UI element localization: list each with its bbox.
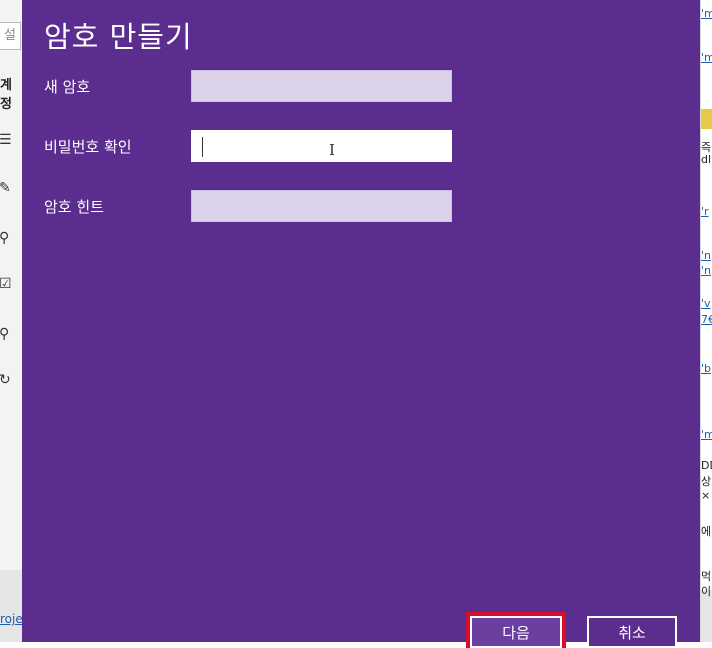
background-project-link[interactable]: roje [0, 612, 22, 626]
background-right-panel: 'm'm즉dl'r'n'n'v7€'b'mDD상×에먹이 [700, 0, 712, 642]
list-icon: ☰ [0, 132, 12, 148]
dialog-title: 암호 만들기 [44, 20, 193, 54]
confirm-password-input[interactable]: I [191, 130, 452, 162]
cancel-button[interactable]: 취소 [587, 616, 677, 648]
background-text-fragment[interactable]: 'v [701, 297, 711, 310]
background-text-fragment: 에 [701, 525, 712, 538]
password-hint-input[interactable] [191, 190, 452, 222]
search-icon: ⚲ [0, 230, 10, 246]
text-caret [202, 137, 203, 157]
background-text-fragment[interactable]: 'n [701, 249, 711, 262]
background-text-fragment[interactable]: 7€ [701, 313, 712, 326]
confirm-password-label: 비밀번호 확인 [44, 138, 132, 156]
background-text-fragment: DD [701, 459, 712, 472]
background-text-fragment[interactable]: 'b [701, 362, 711, 375]
refresh-icon: ↻ [0, 372, 11, 388]
background-highlight-bar [701, 109, 712, 129]
new-password-input[interactable] [191, 70, 452, 102]
background-text-fragment[interactable]: 'm [701, 7, 712, 20]
add-person-icon: ⚲ [0, 326, 10, 342]
background-text-fragment: 이 [701, 585, 712, 598]
background-text-fragment: dl [701, 153, 712, 166]
ibeam-cursor-icon: I [329, 141, 335, 159]
background-text-fragment: 상 [701, 475, 712, 488]
background-text-fragment[interactable]: 'm [701, 428, 712, 441]
background-text-fragment[interactable]: 'r [701, 205, 709, 218]
background-account-label: 계정 [0, 78, 12, 112]
create-password-dialog: 암호 만들기 새 암호 비밀번호 확인 I 암호 힌트 다음 취소 [22, 0, 700, 648]
checkbox-icon: ☑ [0, 276, 12, 292]
edit-icon: ✎ [0, 180, 11, 196]
background-text-fragment: 먹 [701, 570, 712, 583]
new-password-label: 새 암호 [44, 78, 91, 96]
background-left-panel: 설 계정 ☰ ✎ ⚲ ☑ ⚲ ↻ roje [0, 0, 23, 642]
background-text-fragment[interactable]: 'n [701, 264, 711, 277]
next-button[interactable]: 다음 [466, 612, 566, 648]
background-text-fragment: × [701, 489, 711, 502]
background-text-fragment[interactable]: 'm [701, 51, 712, 64]
background-bottom-band [0, 570, 22, 642]
password-hint-label: 암호 힌트 [44, 198, 104, 216]
background-search-box[interactable]: 설 [0, 22, 21, 50]
